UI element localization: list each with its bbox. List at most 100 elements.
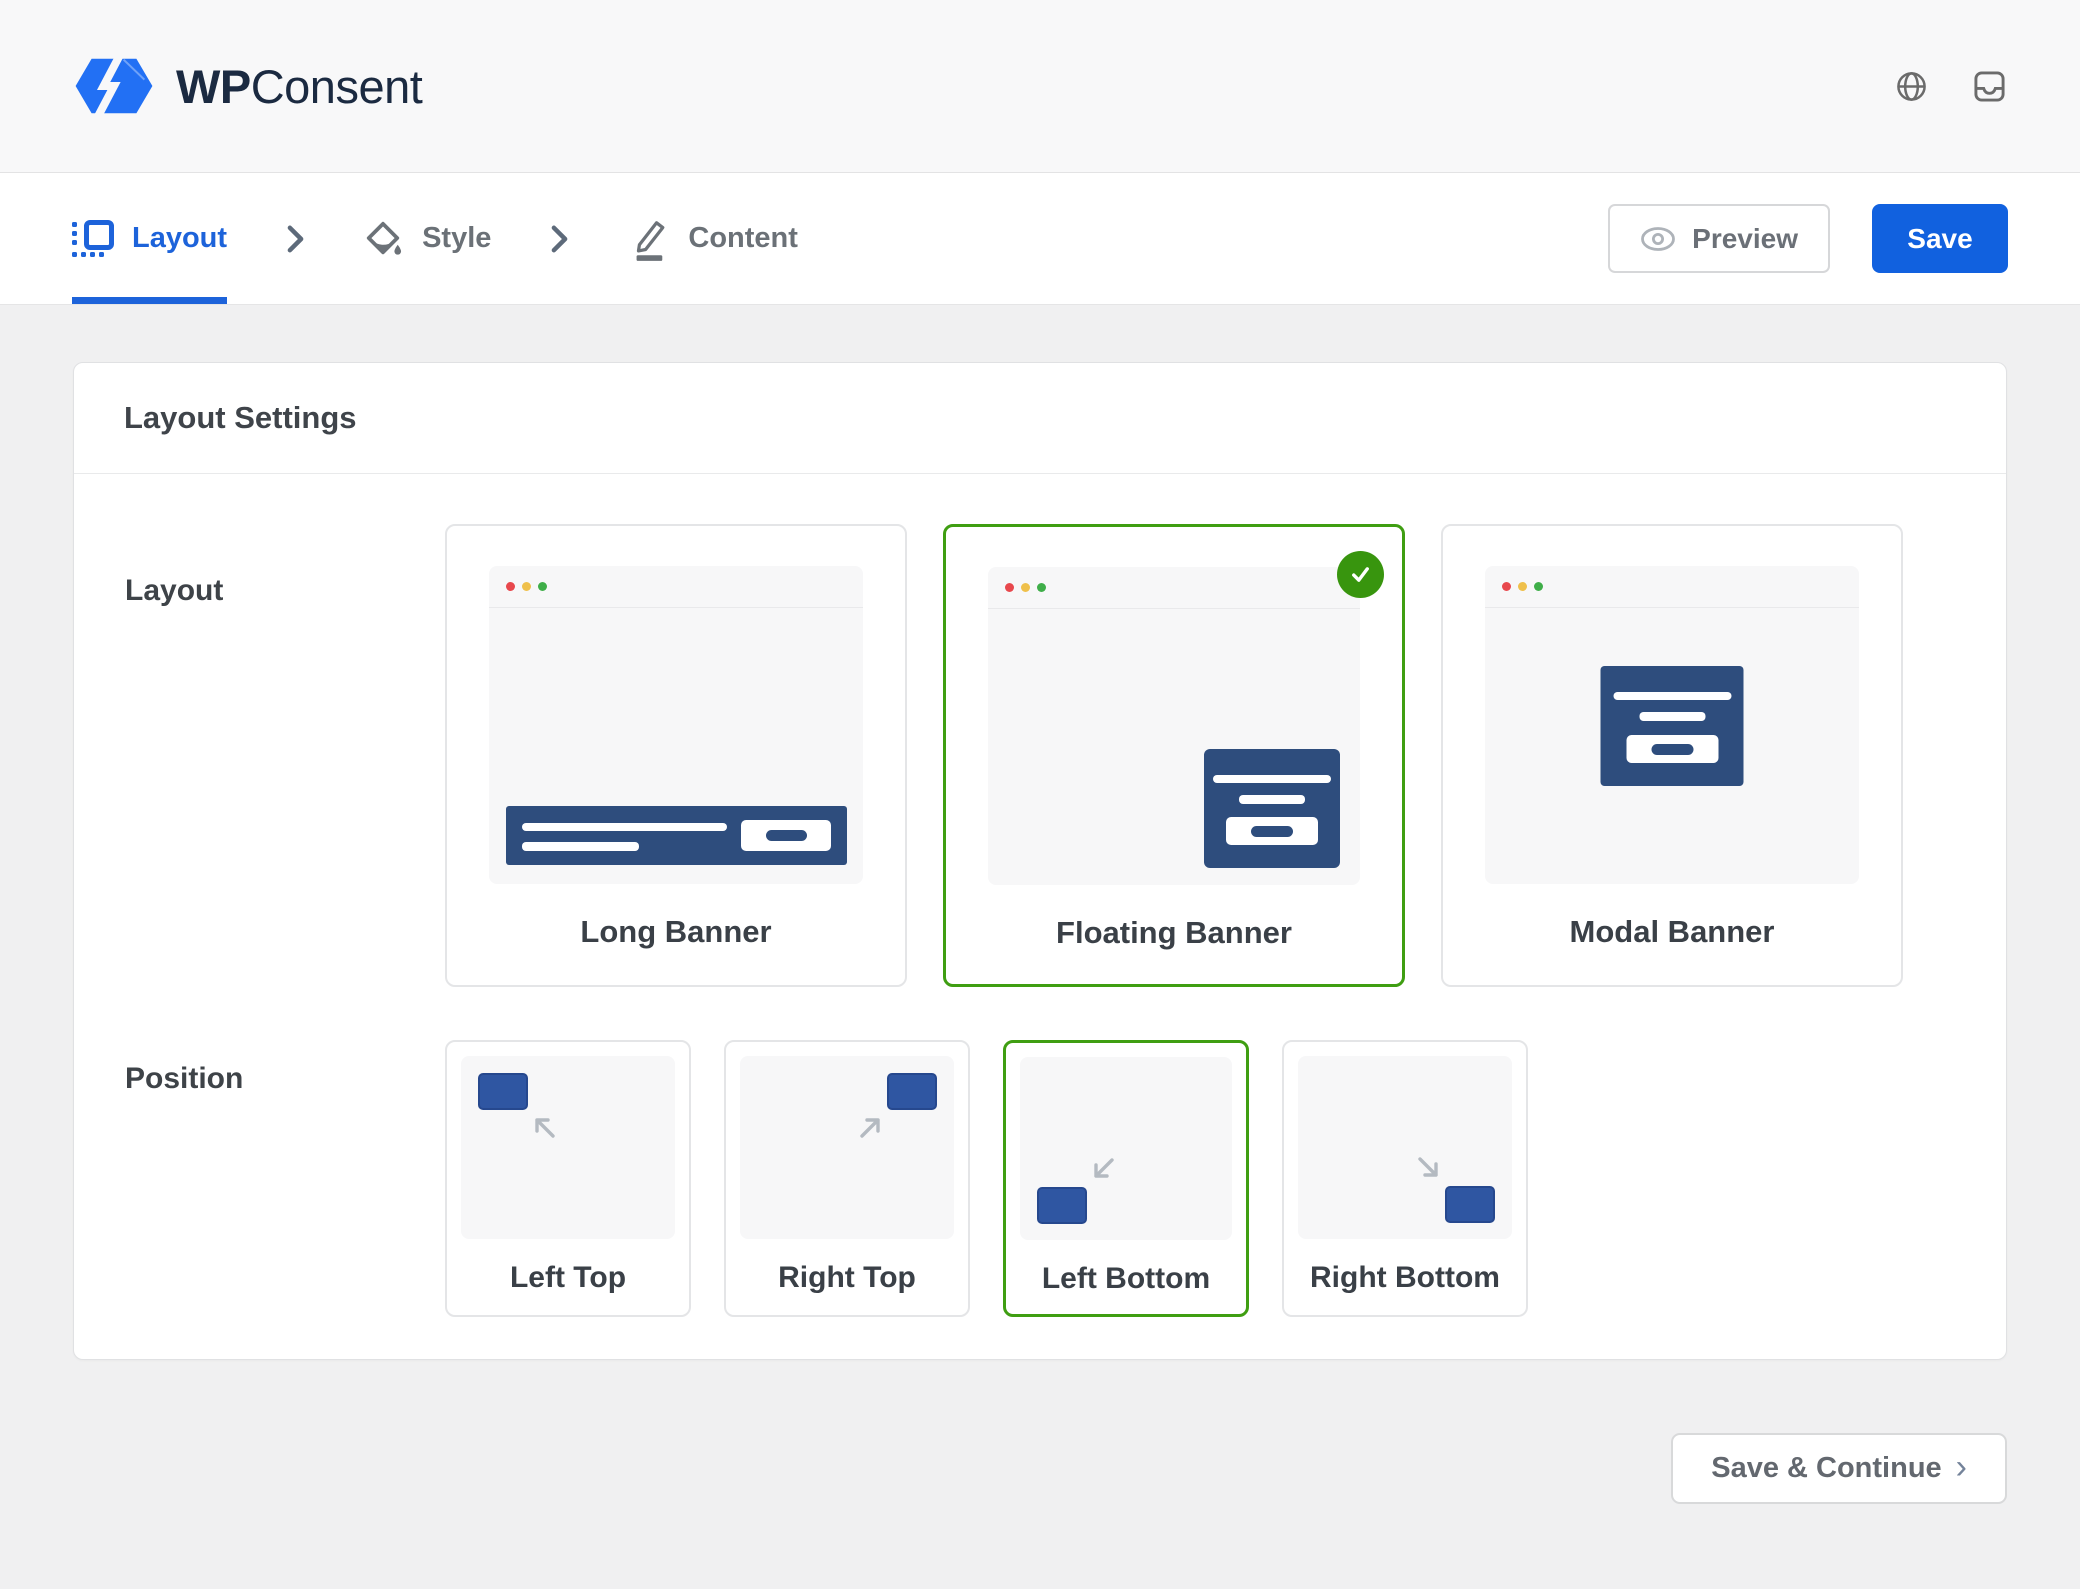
tab-style-label: Style: [422, 222, 491, 255]
banner-placement-rect: [478, 1073, 528, 1110]
button-shape: [1226, 817, 1318, 845]
layout-option-long-banner[interactable]: Long Banner: [445, 524, 907, 987]
tab-content[interactable]: Content: [628, 173, 798, 304]
banner-placement-rect: [1445, 1186, 1495, 1223]
wpconsent-logo-icon: [74, 54, 154, 118]
red-dot-icon: [506, 582, 515, 591]
page: WPConsent: [0, 0, 2080, 1589]
button-pill: [1651, 744, 1693, 755]
step-tabs: Layout Style: [72, 173, 798, 304]
layout-option-label: Floating Banner: [946, 915, 1402, 951]
layout-icon: [72, 220, 112, 257]
app-header: WPConsent: [0, 0, 2080, 173]
position-mockup: [740, 1056, 954, 1239]
green-dot-icon: [1037, 583, 1046, 592]
chevron-right-icon: [551, 225, 568, 253]
paint-bucket-icon: [364, 220, 402, 258]
banner-placement-rect: [1037, 1187, 1087, 1224]
text-line: [1239, 795, 1305, 804]
save-and-continue-label: Save & Continue: [1711, 1452, 1941, 1485]
wpconsent-logo-text: WPConsent: [176, 63, 422, 110]
position-option-left-bottom[interactable]: Left Bottom: [1003, 1040, 1249, 1317]
position-row: Position: [125, 1040, 1956, 1317]
yellow-dot-icon: [1021, 583, 1030, 592]
main-content: Layout Settings Layout: [0, 305, 2080, 1504]
selected-check-icon: [1337, 551, 1384, 598]
position-mockup: [461, 1056, 675, 1239]
eye-icon: [1640, 226, 1676, 252]
arrow-down-left-icon: [1090, 1156, 1116, 1182]
button-shape: [1626, 735, 1718, 763]
pencil-icon: [628, 217, 668, 261]
position-option-right-bottom[interactable]: Right Bottom: [1282, 1040, 1528, 1317]
green-dot-icon: [538, 582, 547, 591]
yellow-dot-icon: [522, 582, 531, 591]
layout-settings-panel: Layout Settings Layout: [73, 362, 2007, 1360]
mockup-titlebar: [489, 566, 863, 608]
steps-bar: Layout Style: [0, 173, 2080, 305]
text-line: [522, 823, 727, 831]
layout-option-label: Modal Banner: [1443, 914, 1901, 950]
logo-text-wp: WP: [176, 60, 251, 113]
save-button-label: Save: [1907, 223, 1972, 255]
position-option-label: Left Top: [447, 1261, 689, 1295]
button-pill: [766, 830, 807, 841]
tab-style[interactable]: Style: [364, 173, 491, 304]
button-shape: [741, 820, 831, 851]
text-line: [522, 842, 639, 851]
tab-layout-label: Layout: [132, 222, 227, 255]
layout-options: Long Banner: [445, 524, 1903, 987]
position-option-label: Left Bottom: [1006, 1262, 1246, 1296]
browser-mockup: [1485, 566, 1859, 884]
layout-option-modal-banner[interactable]: Modal Banner: [1441, 524, 1903, 987]
globe-icon[interactable]: [1896, 71, 1927, 102]
wpconsent-logo: WPConsent: [74, 54, 422, 118]
browser-mockup: [489, 566, 863, 884]
red-dot-icon: [1502, 582, 1511, 591]
position-option-right-top[interactable]: Right Top: [724, 1040, 970, 1317]
preview-button[interactable]: Preview: [1608, 204, 1830, 273]
arrow-up-right-icon: [858, 1114, 884, 1140]
layout-option-label: Long Banner: [447, 914, 905, 950]
mockup-titlebar: [988, 567, 1360, 609]
browser-mockup: [988, 567, 1360, 885]
header-actions: Preview Save: [1608, 204, 2008, 273]
modal-banner-preview: [1601, 666, 1744, 786]
panel-body: Layout: [74, 474, 2006, 1359]
arrow-down-right-icon: [1416, 1155, 1442, 1181]
position-option-label: Right Top: [726, 1261, 968, 1295]
logo-text-consent: Consent: [251, 60, 423, 113]
position-options: Left Top: [445, 1040, 1528, 1317]
banner-placement-rect: [887, 1073, 937, 1110]
position-option-left-top[interactable]: Left Top: [445, 1040, 691, 1317]
text-line: [1213, 775, 1331, 783]
green-dot-icon: [1534, 582, 1543, 591]
tab-layout[interactable]: Layout: [72, 173, 227, 304]
save-and-continue-button[interactable]: Save & Continue ›: [1671, 1433, 2007, 1504]
position-option-label: Right Bottom: [1284, 1261, 1526, 1295]
layout-row: Layout: [125, 524, 1956, 987]
yellow-dot-icon: [1518, 582, 1527, 591]
save-button[interactable]: Save: [1872, 204, 2008, 273]
header-icons: [1896, 70, 2006, 103]
arrow-up-left-icon: [531, 1114, 557, 1140]
chevron-right-icon: ›: [1956, 1450, 1967, 1488]
floating-banner-preview: [1204, 749, 1340, 868]
position-row-label: Position: [125, 1040, 445, 1317]
long-banner-preview: [506, 806, 847, 865]
mockup-titlebar: [1485, 566, 1859, 608]
text-line: [1639, 712, 1705, 721]
inbox-tray-icon[interactable]: [1973, 70, 2006, 103]
panel-title: Layout Settings: [124, 400, 1956, 436]
panel-header: Layout Settings: [74, 363, 2006, 474]
layout-option-floating-banner[interactable]: Floating Banner: [943, 524, 1405, 987]
preview-button-label: Preview: [1692, 223, 1798, 255]
tab-content-label: Content: [688, 222, 798, 255]
text-line: [1613, 692, 1731, 700]
red-dot-icon: [1005, 583, 1014, 592]
footer: Save & Continue ›: [73, 1433, 2007, 1504]
button-pill: [1251, 826, 1293, 837]
chevron-right-icon: [287, 225, 304, 253]
position-mockup: [1298, 1056, 1512, 1239]
layout-row-label: Layout: [125, 524, 445, 987]
